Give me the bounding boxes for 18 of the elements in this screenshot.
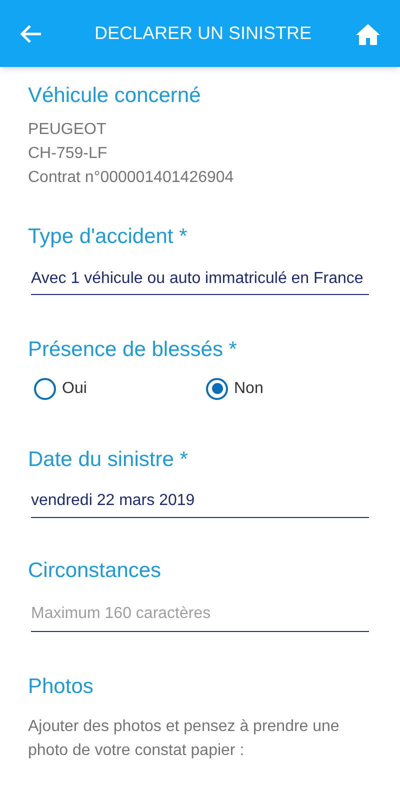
home-icon[interactable] xyxy=(356,22,380,44)
back-icon[interactable] xyxy=(20,24,42,44)
vehicle-info: Contrat n°000001401426904 xyxy=(28,168,235,188)
radio-option[interactable]: Non xyxy=(200,376,372,401)
section-title: Type d'accident * xyxy=(28,224,188,250)
section-title: Circonstances xyxy=(28,558,162,584)
section-title: Photos xyxy=(28,674,94,700)
section-title: Présence de blessés * xyxy=(28,336,238,362)
vehicle-info: PEUGEOT xyxy=(28,120,108,140)
circumstances-field[interactable]: Maximum 160 caractères xyxy=(31,602,369,632)
vehicle-info: CH-759-LF xyxy=(28,144,108,164)
accident-type-field[interactable]: Avec 1 véhicule ou auto immatriculé en France xyxy=(31,266,369,294)
section-title: Véhicule concerné xyxy=(28,83,202,109)
photos-hint: Ajouter des photos et pensez à prendre une photo de votre constat papier : xyxy=(28,716,340,760)
date-field[interactable]: vendredi 22 mars 2019 xyxy=(31,489,369,518)
page-title: DECLARER UN SINISTRE xyxy=(94,22,312,45)
section-title: Date du sinistre * xyxy=(28,446,189,473)
radio-option[interactable]: Oui xyxy=(28,376,200,401)
